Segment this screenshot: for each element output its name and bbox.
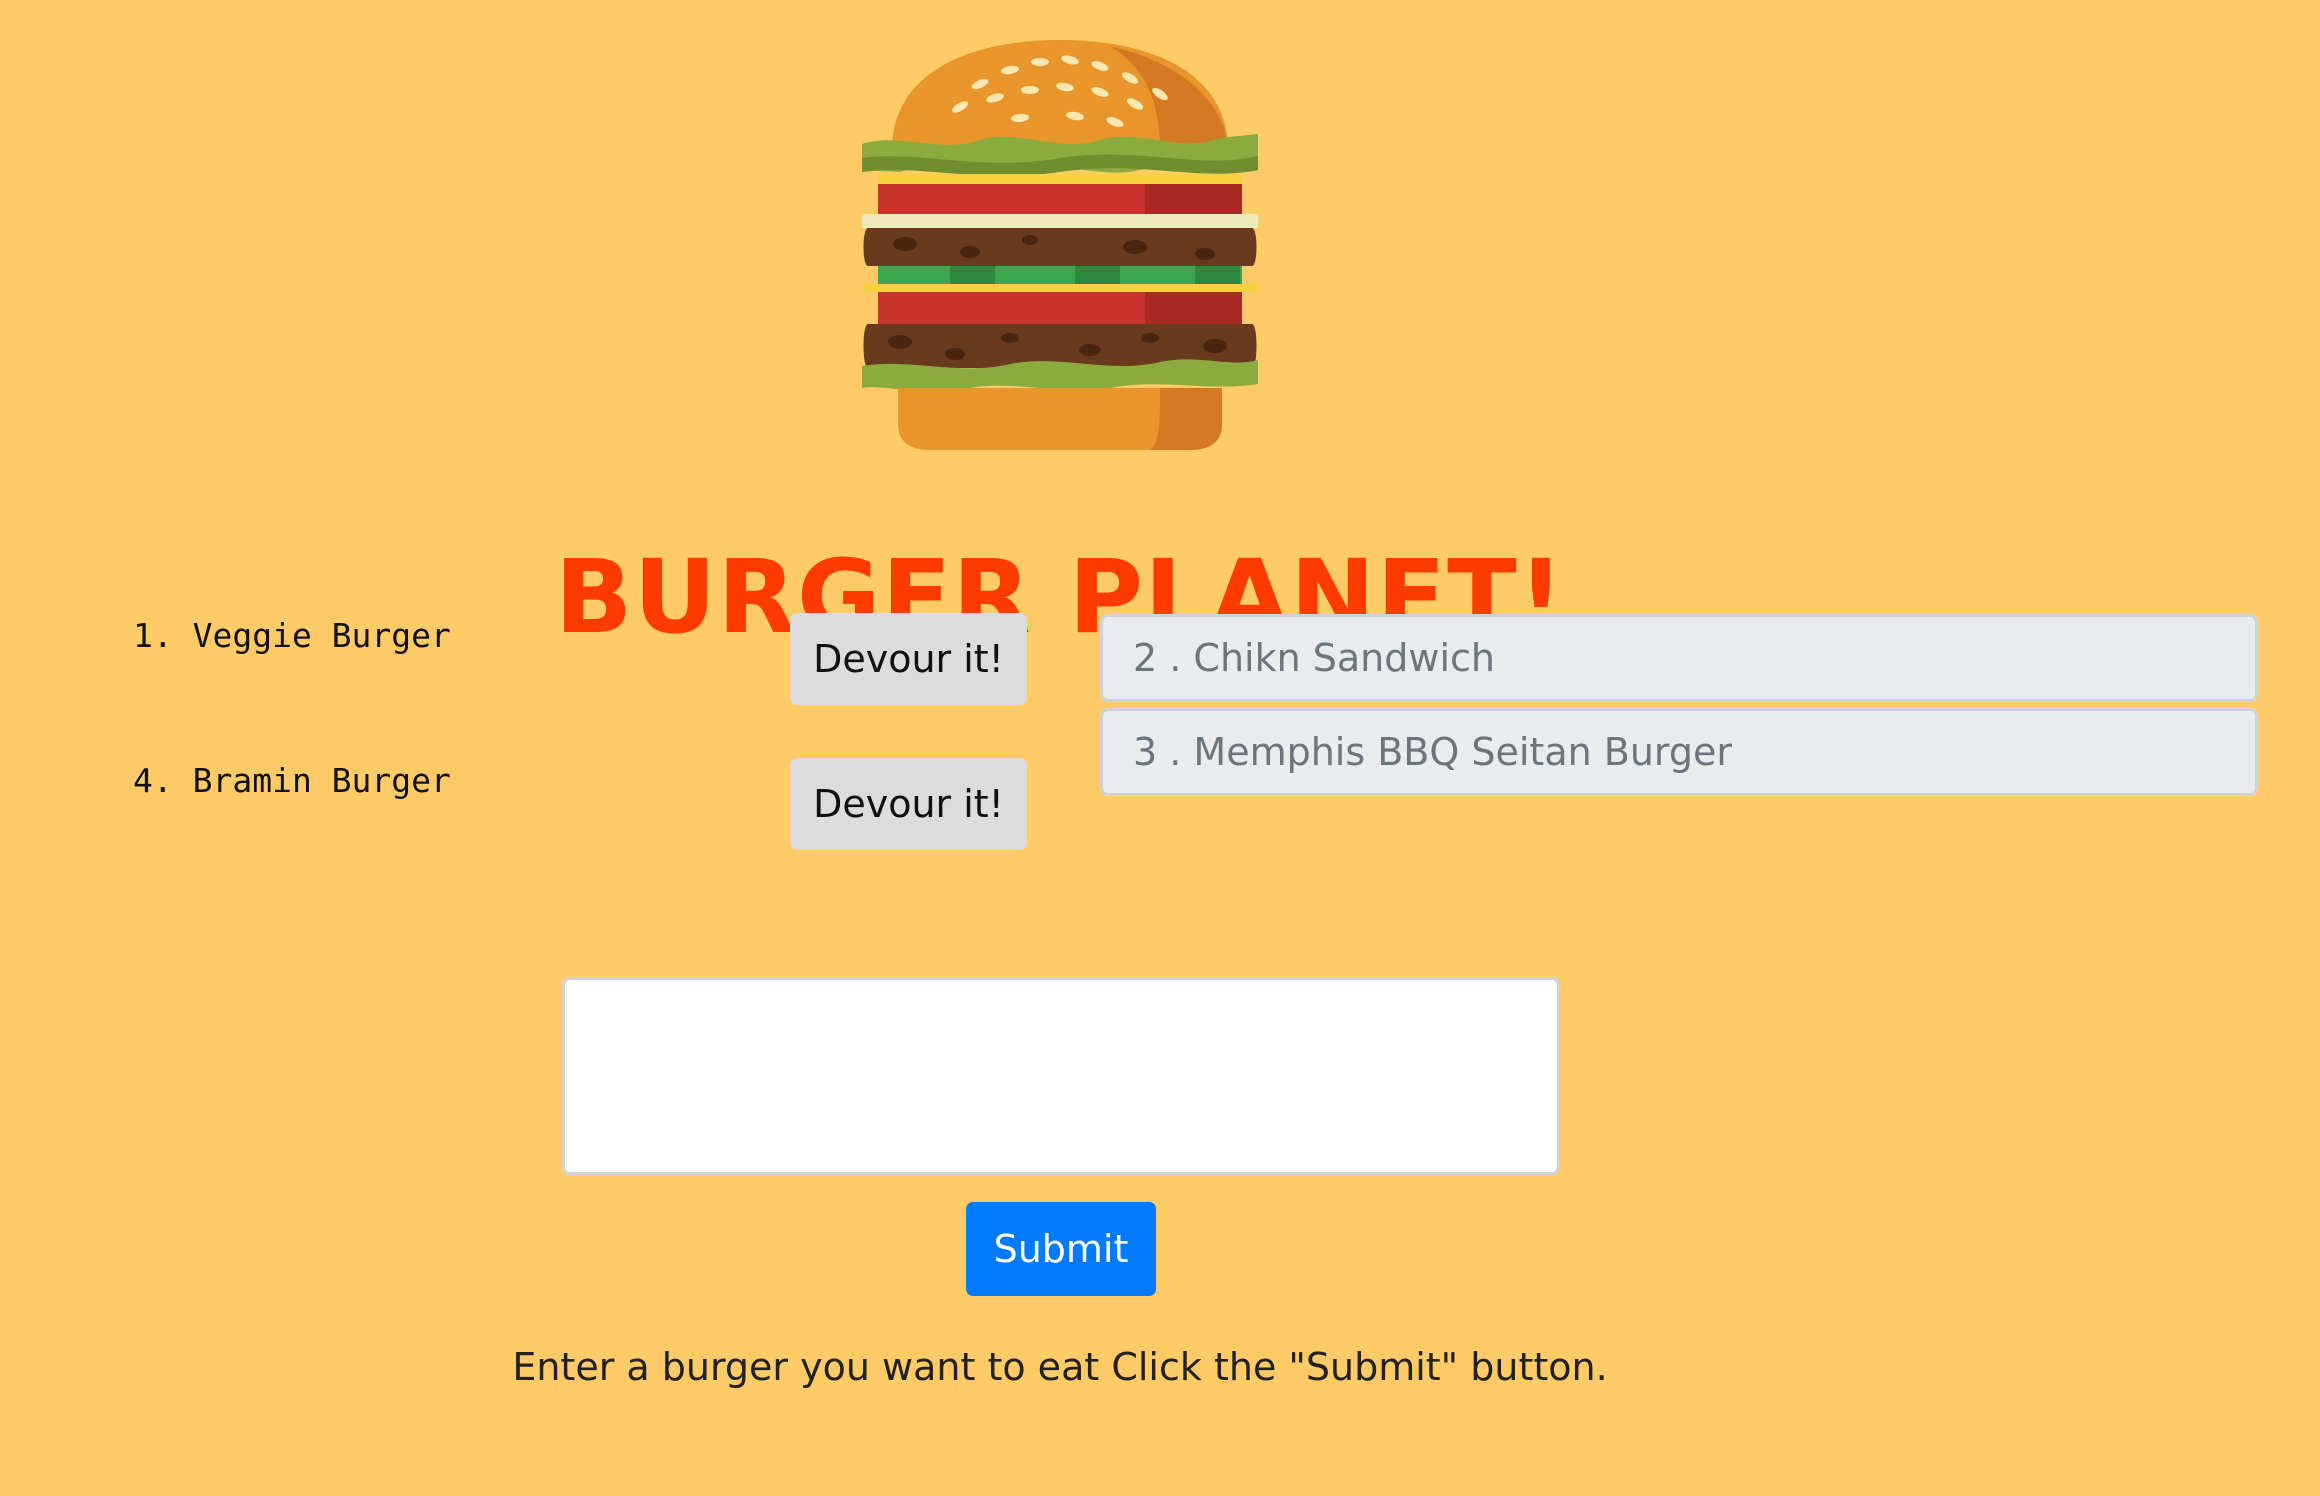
burger-logo xyxy=(860,32,1260,452)
burger-name-input[interactable] xyxy=(562,977,1560,1175)
instructions-text: Enter a burger you want to eat Click the… xyxy=(512,1345,1608,1389)
submit-button[interactable]: Submit xyxy=(966,1202,1156,1296)
devoured-burger-item: 3 . Memphis BBQ Seitan Burger xyxy=(1100,708,2258,796)
devour-button[interactable]: Devour it! xyxy=(790,758,1027,850)
burger-item-label: 4. Bramin Burger xyxy=(133,761,451,800)
burger-item-label: 1. Veggie Burger xyxy=(133,616,451,655)
devoured-burger-item: 2 . Chikn Sandwich xyxy=(1100,614,2258,702)
devour-button[interactable]: Devour it! xyxy=(790,613,1027,705)
burger-icon xyxy=(862,40,1258,450)
